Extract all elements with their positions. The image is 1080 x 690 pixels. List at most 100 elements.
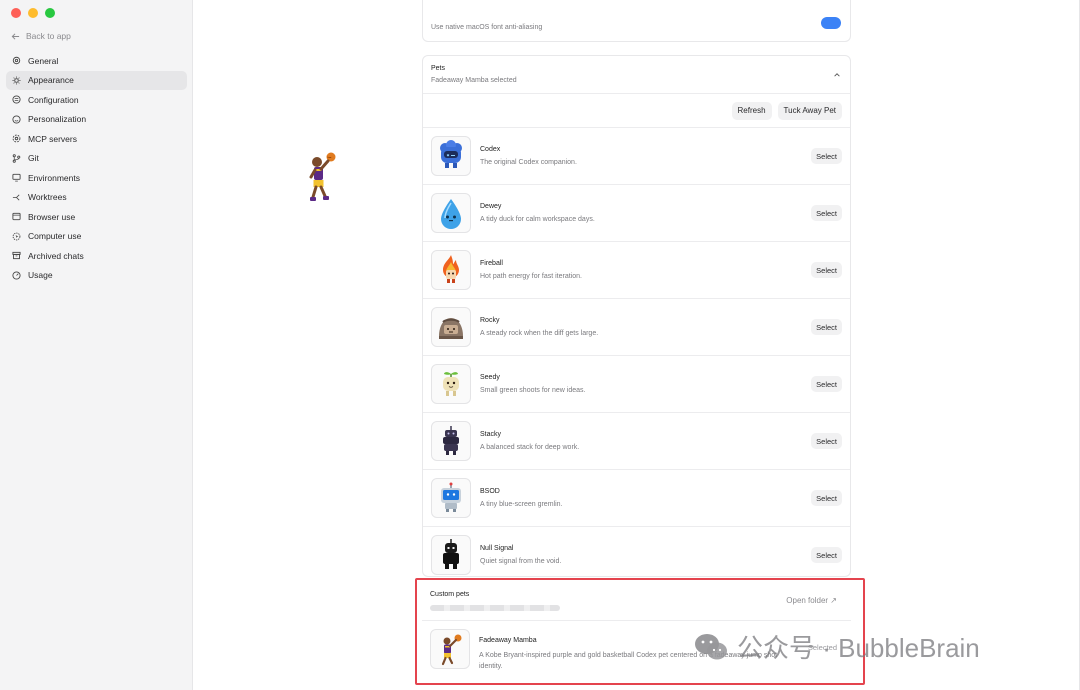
sidebar-item-usage[interactable]: Usage [6,266,187,286]
pet-name: Codex [480,146,501,153]
pet-description: A tiny blue-screen gremlin. [480,501,563,508]
pet-row-codex[interactable]: Codex The original Codex companion. Sele… [423,128,850,185]
codex-pet-icon [440,140,462,168]
pet-row-fireball[interactable]: Fireball Hot path energy for fast iterat… [423,242,850,299]
branch-icon [12,194,20,201]
sidebar-item-computer-use[interactable]: Computer use [6,227,187,247]
minimize-window-button[interactable] [28,8,38,18]
pet-row-stacky[interactable]: Stacky A balanced stack for deep work. S… [423,413,850,470]
pet-row-dewey[interactable]: Dewey A tidy duck for calm workspace day… [423,185,850,242]
stacky-pet-icon [443,426,459,455]
refresh-button[interactable]: Refresh [731,101,772,120]
sidebar-item-label: Appearance [28,75,74,86]
sidebar-item-personalization[interactable]: Personalization [6,110,187,130]
sidebar-item-general[interactable]: General [6,51,187,71]
window-controls [11,8,55,18]
back-to-app-label: Back to app [26,31,71,41]
sidebar-item-label: Browser use [28,211,76,222]
monitor-icon [12,174,21,182]
pet-description: A tidy duck for calm workspace days. [480,216,595,223]
pet-row-rocky[interactable]: Rocky A steady rock when the diff gets l… [423,299,850,356]
pet-description: A steady rock when the diff gets large. [480,330,599,337]
font-setting-card: Use native macOS font anti-aliasing [422,0,851,42]
chevron-up-icon[interactable] [833,71,841,79]
pet-name: BSOD [480,488,500,495]
select-pet-button[interactable]: Select [811,490,842,506]
pet-name: Seedy [480,374,500,381]
sidebar-item-label: Git [28,153,39,164]
sidebar-item-label: Personalization [28,114,87,125]
font-smoothing-toggle[interactable] [821,17,841,29]
smile-icon [12,115,21,124]
pet-thumbnail [431,535,471,575]
dewey-pet-icon [441,199,461,229]
font-setting-description: Use native macOS font anti-aliasing [431,24,543,31]
sidebar-item-environments[interactable]: Environments [6,168,187,188]
select-pet-button[interactable]: Select [811,262,842,278]
wechat-icon [695,633,727,659]
pet-thumbnail [431,193,471,233]
pet-name: Rocky [480,317,500,324]
pet-thumbnail [431,478,471,518]
sidebar-item-label: Archived chats [28,250,84,261]
pet-row-seedy[interactable]: Seedy Small green shoots for new ideas. … [423,356,850,413]
bsod-pet-icon [441,482,461,512]
sidebar-item-mcp-servers[interactable]: MCP servers [6,129,187,149]
sun-icon [12,76,21,85]
pet-description: Quiet signal from the void. [480,558,562,565]
pet-name: Stacky [480,431,502,438]
sidebar-item-label: General [28,55,59,66]
sliders-icon [12,95,21,104]
pet-description: Hot path energy for fast iteration. [480,273,582,280]
floating-pet-sprite[interactable] [306,151,336,207]
settings-nav: General Appearance Configuration Persona… [6,51,187,285]
sidebar-item-label: Configuration [28,94,79,105]
select-pet-button[interactable]: Select [811,319,842,335]
cursor-icon [12,232,21,241]
pet-description: Small green shoots for new ideas. [480,387,586,394]
sidebar-item-worktrees[interactable]: Worktrees [6,188,187,208]
pet-thumbnail [431,421,471,461]
pet-description: A balanced stack for deep work. [480,444,580,451]
zoom-window-button[interactable] [45,8,55,18]
pet-description: The original Codex companion. [480,159,577,166]
sidebar-item-label: Usage [28,270,53,281]
rocky-pet-icon [439,318,463,339]
select-pet-button[interactable]: Select [811,433,842,449]
sidebar-item-configuration[interactable]: Configuration [6,90,187,110]
tuck-away-pet-button[interactable]: Tuck Away Pet [777,101,842,120]
pet-row-bsod[interactable]: BSOD A tiny blue-screen gremlin. Select [423,470,850,527]
pet-name: Dewey [480,203,502,210]
sidebar: Back to app General Appearance Configura… [0,0,193,690]
sidebar-item-git[interactable]: Git [6,149,187,169]
select-pet-button[interactable]: Select [811,205,842,221]
null-signal-pet-icon [443,539,459,569]
select-pet-button[interactable]: Select [811,376,842,392]
pet-thumbnail [431,136,471,176]
pet-thumbnail [431,250,471,290]
pet-row-null-signal[interactable]: Null Signal Quiet signal from the void. … [423,527,850,584]
archive-icon [12,252,21,260]
back-to-app-link[interactable]: Back to app [11,31,71,41]
sidebar-item-label: Environments [28,172,80,183]
browser-icon [12,213,21,221]
sidebar-item-browser-use[interactable]: Browser use [6,207,187,227]
pet-thumbnail [431,364,471,404]
sidebar-item-archived-chats[interactable]: Archived chats [6,246,187,266]
select-pet-button[interactable]: Select [811,547,842,563]
sidebar-item-appearance[interactable]: Appearance [6,70,187,90]
pets-title: Pets [431,65,446,72]
pet-name: Fireball [480,260,503,267]
select-pet-button[interactable]: Select [811,148,842,164]
pets-actions: Refresh Tuck Away Pet [423,94,850,128]
pets-subtitle: Fadeaway Mamba selected [431,77,517,84]
close-window-button[interactable] [11,8,21,18]
sidebar-item-label: MCP servers [28,133,77,144]
git-branch-icon [12,154,21,163]
pet-name: Null Signal [480,545,514,552]
watermark: 公众号 · BubbleBrain [694,628,980,665]
fireball-pet-icon [443,255,459,283]
pets-header[interactable]: Pets Fadeaway Mamba selected [423,56,850,94]
arrow-left-icon [11,32,20,40]
gear-icon [12,57,21,65]
